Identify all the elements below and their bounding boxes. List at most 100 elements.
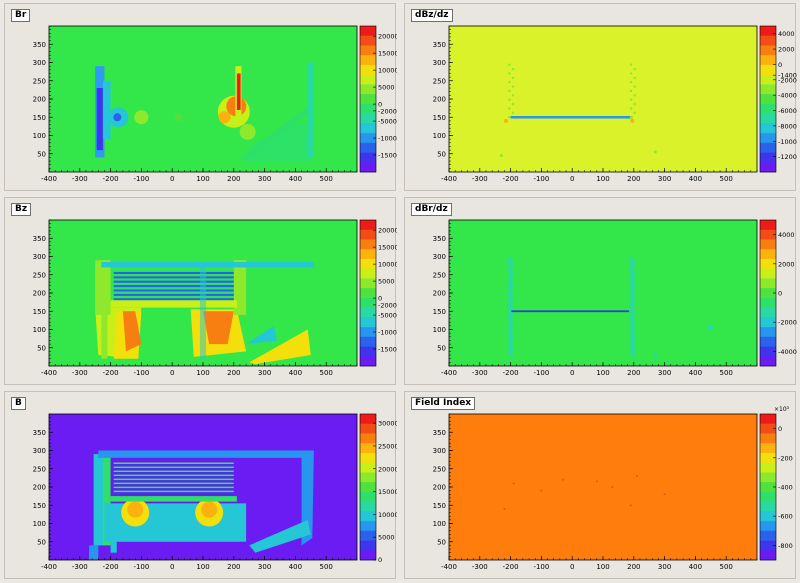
y-tick-label: 50 bbox=[37, 538, 46, 546]
colorbar-swatch bbox=[760, 249, 776, 260]
colorbar-swatch bbox=[360, 433, 376, 444]
x-tick-label: 100 bbox=[196, 175, 209, 183]
colorbar-label: -400 bbox=[778, 484, 793, 492]
colorbar-swatch bbox=[360, 317, 376, 328]
x-tick-label: 0 bbox=[570, 369, 574, 377]
x-tick-label: 0 bbox=[570, 175, 574, 183]
colorbar-swatch bbox=[760, 530, 776, 541]
plot-area bbox=[449, 414, 757, 560]
colorbar-swatch bbox=[360, 268, 376, 279]
colorbar-label: 5000 bbox=[378, 84, 395, 92]
field-blob bbox=[511, 67, 515, 71]
colorbar-swatch bbox=[760, 35, 776, 46]
x-tick-label: 0 bbox=[170, 563, 174, 571]
y-tick-label: 350 bbox=[433, 235, 446, 243]
colorbar-swatch bbox=[360, 142, 376, 153]
colorbar-label: -5000 bbox=[378, 312, 397, 320]
y-tick-label: 350 bbox=[33, 235, 46, 243]
x-tick-label: 0 bbox=[170, 369, 174, 377]
x-tick-label: 200 bbox=[227, 175, 240, 183]
top-arm bbox=[98, 450, 308, 458]
field-blob bbox=[540, 489, 543, 492]
field-blob bbox=[508, 107, 511, 110]
field-blob bbox=[633, 85, 636, 88]
left-column bbox=[101, 311, 108, 359]
field-blob bbox=[629, 72, 633, 75]
panel-title: dBr/dz bbox=[411, 203, 452, 216]
colorbar-label: 0 bbox=[778, 290, 782, 298]
colorbar-label: 30000 bbox=[378, 420, 397, 428]
field-blob bbox=[633, 111, 636, 115]
heatmap-bz: -400 -300 -200 -100 0 100 200 300 400 500 50 100 150… bbox=[33, 219, 397, 377]
colorbar-swatch bbox=[760, 239, 776, 250]
x-tick-label: 100 bbox=[596, 369, 609, 377]
colorbar-swatch bbox=[360, 220, 376, 231]
foot-left bbox=[89, 545, 99, 560]
coil-layer bbox=[113, 488, 234, 491]
colorbar-swatch bbox=[360, 152, 376, 163]
colorbar-swatch bbox=[760, 278, 776, 289]
heatmap-fieldindex: -400 -300 -200 -100 0 100 200 300 400 500 50 100 150… bbox=[433, 406, 793, 571]
colorbar-swatch bbox=[360, 297, 376, 308]
colorbar-label: 5000 bbox=[378, 534, 395, 542]
colorbar-label: -2000 bbox=[778, 319, 797, 327]
coil-layer bbox=[113, 289, 234, 292]
x-tick-label: 400 bbox=[289, 563, 302, 571]
colorbar-swatch bbox=[360, 443, 376, 454]
colorbar-swatch bbox=[360, 162, 376, 173]
x-tick-label: -300 bbox=[72, 369, 88, 377]
colorbar-swatch bbox=[360, 414, 376, 425]
colorbar-swatch bbox=[760, 133, 776, 144]
colorbar-swatch bbox=[360, 491, 376, 502]
field-blob bbox=[635, 475, 638, 478]
panel-title: Field Index bbox=[411, 397, 476, 410]
field-blob bbox=[134, 110, 149, 125]
coil-gap bbox=[113, 490, 234, 493]
colorbar-label: 20000 bbox=[378, 465, 397, 473]
coil-layer bbox=[113, 492, 234, 495]
field-blob bbox=[499, 154, 503, 158]
panel-br: -400 -300 -200 -100 0 100 200 300 400 500 50 100 150… bbox=[4, 3, 397, 191]
x-tick-label: 100 bbox=[196, 563, 209, 571]
field-blob bbox=[511, 111, 515, 115]
panel-dbrdz: -400 -300 -200 -100 0 100 200 300 400 500 50 100 150… bbox=[404, 197, 797, 385]
colorbar-swatch bbox=[360, 26, 376, 37]
coil-gap bbox=[113, 466, 234, 469]
top-band bbox=[101, 261, 314, 268]
field-blob bbox=[653, 353, 658, 358]
colorbar-swatch bbox=[360, 55, 376, 66]
x-tick-label: -100 bbox=[533, 369, 549, 377]
colorbar-swatch bbox=[760, 491, 776, 502]
colorbar-swatch bbox=[360, 288, 376, 299]
colorbar-label: -6000 bbox=[778, 107, 797, 115]
x-tick-label: 100 bbox=[196, 369, 209, 377]
x-tick-label: -400 bbox=[441, 563, 457, 571]
coil-gap bbox=[113, 470, 234, 473]
x-tick-label: -400 bbox=[441, 175, 457, 183]
y-tick-label: 200 bbox=[33, 96, 46, 104]
colorbar-swatch bbox=[360, 113, 376, 124]
field-blob bbox=[629, 98, 633, 101]
colorbar-label: 10000 bbox=[378, 511, 397, 519]
field-blob bbox=[629, 504, 632, 507]
colorbar-label: 5000 bbox=[378, 278, 395, 286]
y-tick-label: 150 bbox=[33, 502, 46, 510]
x-tick-label: -400 bbox=[41, 175, 57, 183]
colorbar-swatch bbox=[360, 482, 376, 493]
plot-area bbox=[449, 26, 757, 172]
y-tick-label: 200 bbox=[433, 484, 446, 492]
colorbar-swatch bbox=[360, 452, 376, 463]
colorbar-label: 10000 bbox=[378, 67, 397, 75]
field-blob bbox=[508, 98, 511, 101]
colorbar-label: 2000 bbox=[778, 46, 795, 54]
y-tick-label: 50 bbox=[437, 150, 446, 158]
colorbar-swatch bbox=[360, 249, 376, 260]
colorbar-swatch bbox=[360, 530, 376, 541]
y-tick-label: 350 bbox=[33, 41, 46, 49]
field-blob bbox=[507, 256, 512, 261]
x-tick-label: 100 bbox=[596, 563, 609, 571]
panel-title: B bbox=[11, 397, 26, 410]
colorbar-swatch bbox=[360, 462, 376, 473]
colorbar-label: 25000 bbox=[378, 442, 397, 450]
field-blob bbox=[633, 102, 636, 106]
